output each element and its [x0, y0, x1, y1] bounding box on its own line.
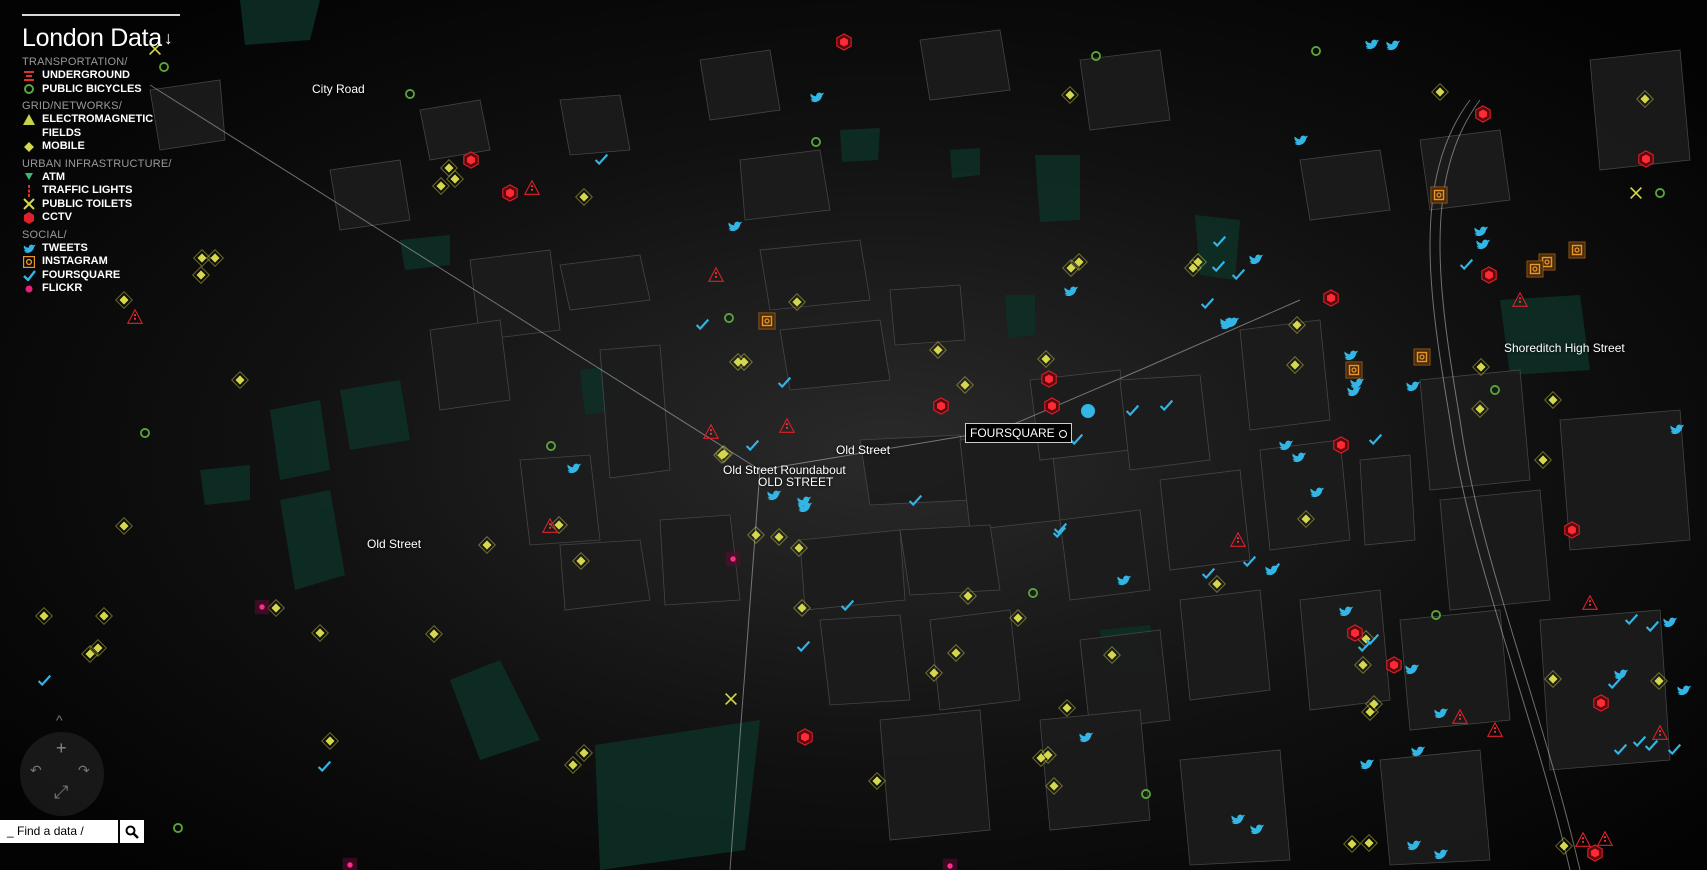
cctv-marker-icon[interactable]	[836, 33, 852, 51]
cctv-marker-icon[interactable]	[797, 728, 813, 746]
atm-icon	[22, 171, 36, 184]
cctv-marker-icon[interactable]	[1481, 266, 1497, 284]
legend-item-label: UNDERGROUND	[42, 69, 130, 81]
legend-item-label: FOURSQUARE	[42, 268, 121, 281]
foursquare-tooltip-text: FOURSQUARE	[970, 426, 1055, 440]
legend-rule	[22, 14, 180, 16]
selected-venue-marker[interactable]	[1081, 404, 1095, 418]
place-label-shoreditch: Shoreditch High Street	[1504, 341, 1625, 355]
map-navigation-control[interactable]: ^ + ↶ ↷ ⤢	[20, 712, 104, 816]
legend-category-heading: TRANSPORTATION/	[22, 56, 128, 68]
place-label-old-street-west: Old Street	[367, 537, 422, 551]
instagram-marker-icon[interactable]	[1345, 361, 1363, 379]
legend-item-label: ELECTROMAGNETIC FIELDS	[42, 113, 154, 139]
foursquare-check-icon	[22, 269, 36, 282]
diamond-icon	[22, 140, 36, 153]
legend-item-traffic-lights[interactable]: TRAFFIC LIGHTS	[22, 184, 182, 198]
place-label-old-street-east: Old Street	[836, 443, 891, 457]
legend-panel: London Data ↓ TRANSPORTATION/UNDERGROUND…	[22, 14, 182, 296]
legend-category-heading: GRID/NETWORKS/	[22, 100, 122, 112]
legend-item-cctv[interactable]: CCTV	[22, 211, 182, 225]
flickr-marker-icon[interactable]	[254, 599, 270, 615]
legend-item-foursquare[interactable]: FOURSQUARE	[22, 269, 182, 283]
cctv-hexagon-icon	[22, 211, 36, 224]
cctv-marker-icon[interactable]	[1386, 656, 1402, 674]
legend-item-label: TWEETS	[42, 241, 88, 254]
legend-categories: TRANSPORTATION/UNDERGROUND PUBLIC BICYCLE…	[22, 56, 182, 296]
cctv-marker-icon[interactable]	[1593, 694, 1609, 712]
cctv-marker-icon[interactable]	[1323, 289, 1339, 307]
legend-item-underground[interactable]: UNDERGROUND	[22, 69, 182, 83]
rotate-right-icon[interactable]: ↷	[78, 762, 90, 779]
page-title-text: London Data	[22, 24, 162, 52]
tilt-up-icon[interactable]: ^	[56, 712, 63, 728]
underground-icon	[22, 69, 36, 82]
flickr-marker-icon[interactable]	[725, 551, 741, 567]
cctv-marker-icon[interactable]	[1587, 844, 1603, 862]
legend-item-mobile[interactable]: MOBILE	[22, 140, 182, 154]
cctv-marker-icon[interactable]	[1564, 521, 1580, 539]
legend-item-label: INSTAGRAM	[42, 255, 108, 267]
legend-item-public-toilets[interactable]: PUBLIC TOILETS	[22, 198, 182, 212]
toilet-x-icon	[22, 198, 36, 211]
legend-item-instagram[interactable]: INSTAGRAM	[22, 255, 182, 269]
search-icon	[125, 825, 139, 839]
cctv-marker-icon[interactable]	[502, 184, 518, 202]
map-canvas[interactable]	[0, 0, 1707, 870]
legend-item-label: ATM	[42, 170, 66, 183]
cctv-marker-icon[interactable]	[463, 151, 479, 169]
legend-item-label: TRAFFIC LIGHTS	[42, 184, 133, 196]
search-bar: _ Find a data /	[0, 820, 144, 843]
cctv-marker-icon[interactable]	[1347, 624, 1363, 642]
search-button[interactable]	[120, 820, 144, 843]
legend-item-electromagnetic-fields[interactable]: ELECTROMAGNETIC FIELDS	[22, 113, 182, 140]
zoom-in-icon[interactable]: +	[56, 738, 67, 759]
station-label-old-street: OLD STREET	[758, 475, 834, 489]
legend-category-heading: SOCIAL/	[22, 228, 67, 241]
twitter-bird-icon	[22, 242, 36, 255]
legend-category-heading: URBAN INFRASTRUCTURE/	[22, 157, 172, 170]
legend-item-label: MOBILE	[42, 140, 85, 152]
page-title[interactable]: London Data ↓	[22, 24, 182, 52]
legend-item-tweets[interactable]: TWEETS	[22, 242, 182, 256]
collapse-arrow-icon[interactable]: ↓	[164, 24, 173, 52]
cctv-marker-icon[interactable]	[933, 397, 949, 415]
flickr-marker-icon[interactable]	[342, 857, 358, 870]
place-label-city-road: City Road	[312, 82, 365, 96]
venue-dot-icon	[1058, 430, 1067, 438]
instagram-marker-icon[interactable]	[1430, 186, 1448, 204]
instagram-marker-icon[interactable]	[1526, 260, 1544, 278]
search-input[interactable]: _ Find a data /	[0, 820, 118, 843]
fullscreen-icon[interactable]: ⤢	[54, 782, 68, 803]
instagram-marker-icon[interactable]	[758, 312, 776, 330]
cctv-marker-icon[interactable]	[1333, 436, 1349, 454]
legend-item-flickr[interactable]: FLICKR	[22, 282, 182, 296]
foursquare-tooltip[interactable]: FOURSQUARE	[965, 423, 1072, 443]
cctv-marker-icon[interactable]	[1044, 397, 1060, 415]
legend-item-label: FLICKR	[42, 282, 83, 294]
legend-item-public-bicycles[interactable]: PUBLIC BICYCLES	[22, 83, 182, 97]
legend-item-label: PUBLIC TOILETS	[42, 197, 133, 210]
bicycle-icon	[22, 83, 36, 96]
instagram-marker-icon[interactable]	[1568, 241, 1586, 259]
cctv-marker-icon[interactable]	[1041, 370, 1057, 388]
flickr-dot-icon	[22, 282, 36, 295]
legend-item-atm[interactable]: ATM	[22, 171, 182, 185]
cctv-marker-icon[interactable]	[1475, 105, 1491, 123]
instagram-icon	[22, 255, 36, 268]
cctv-marker-icon[interactable]	[1638, 150, 1654, 168]
legend-item-label: CCTV	[42, 211, 72, 223]
legend-item-label: PUBLIC BICYCLES	[42, 82, 142, 95]
traffic-light-icon	[22, 184, 36, 197]
instagram-marker-icon[interactable]	[1413, 348, 1431, 366]
flickr-marker-icon[interactable]	[942, 858, 958, 870]
rotate-left-icon[interactable]: ↶	[30, 762, 42, 779]
triangle-icon	[22, 113, 36, 126]
